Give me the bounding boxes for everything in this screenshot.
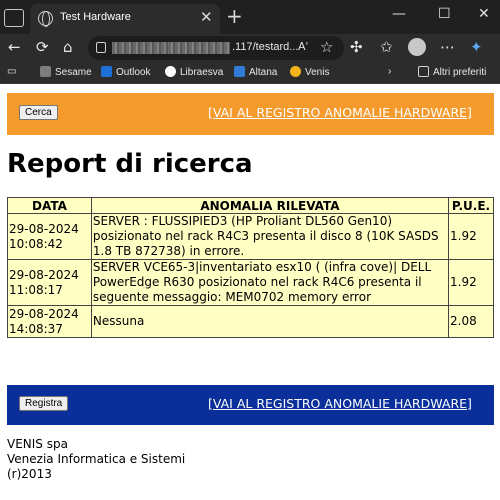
reading-mode-icon[interactable]: ▭	[7, 66, 16, 77]
back-icon[interactable]: ←	[8, 38, 21, 56]
table-row: 29-08-2024 14:08:37 Nessuna 2.08	[7, 305, 494, 338]
sesame-icon	[40, 66, 51, 77]
cell-anomaly: SERVER : FLUSSIPIED3 (HP Proliant DL560 …	[90, 213, 450, 260]
search-button[interactable]: Cerca	[19, 105, 58, 120]
minimize-button[interactable]: —	[392, 6, 406, 22]
column-header-date: DATA	[7, 197, 92, 214]
other-favorites[interactable]: Altri preferiti	[418, 66, 486, 78]
outlook-icon	[101, 66, 112, 77]
footer: VENIS spa Venezia Informatica e Sistemi …	[7, 437, 185, 482]
browser-titlebar: Test Hardware ✕ + — ☐ ✕	[0, 0, 500, 34]
other-favorites-label: Altri preferiti	[433, 67, 487, 78]
table-header-row: DATA ANOMALIA RILEVATA P.U.E.	[7, 197, 494, 214]
top-action-bar: Cerca [VAI AL REGISTRO ANOMALIE HARDWARE…	[7, 93, 494, 135]
altana-icon	[234, 66, 245, 77]
table-row: 29-08-2024 11:08:17 SERVER VCE65-3|inven…	[7, 259, 494, 306]
favorites-icon[interactable]: ✩	[380, 38, 393, 56]
cell-date: 29-08-2024 10:08:42	[7, 213, 92, 260]
registry-link-bottom[interactable]: [VAI AL REGISTRO ANOMALIE HARDWARE]	[208, 396, 472, 411]
cell-date: 29-08-2024 14:08:37	[7, 305, 92, 338]
register-button[interactable]: Registra	[19, 396, 69, 411]
extensions-icon[interactable]: ✣	[350, 38, 363, 56]
refresh-icon[interactable]: ⟳	[36, 38, 49, 56]
cell-anomaly: Nessuna	[90, 305, 450, 338]
chevron-right-icon[interactable]: ›	[388, 66, 391, 77]
bookmark-venis[interactable]: Venis	[290, 66, 329, 78]
favorite-star-icon[interactable]: ☆	[320, 38, 333, 56]
profile-avatar[interactable]	[408, 38, 426, 56]
read-aloud-icon[interactable]: Aʾ	[298, 40, 309, 53]
cell-pue: 2.08	[448, 305, 494, 338]
url-text[interactable]: .117/testard...	[232, 41, 298, 53]
page-title: Report di ricerca	[7, 149, 253, 179]
lock-icon[interactable]	[96, 42, 106, 53]
new-tab-button[interactable]: +	[226, 4, 243, 28]
bookmark-sesame[interactable]: Sesame	[40, 66, 92, 78]
bookmark-libraesva[interactable]: Libraesva	[165, 66, 223, 78]
address-bar[interactable]: .117/testard... Aʾ ☆	[88, 36, 344, 60]
libraesva-icon	[165, 66, 176, 77]
bookmark-altana[interactable]: Altana	[234, 66, 277, 78]
report-table: DATA ANOMALIA RILEVATA P.U.E. 29-08-2024…	[7, 197, 494, 338]
globe-icon	[38, 11, 53, 27]
tab-test-hardware[interactable]: Test Hardware ✕	[30, 4, 220, 34]
column-header-pue: P.U.E.	[448, 197, 494, 214]
bookmark-outlook[interactable]: Outlook	[101, 66, 150, 78]
maximize-button[interactable]: ☐	[438, 6, 451, 22]
tab-title: Test Hardware	[60, 11, 131, 23]
browser-toolbar: ← ⟳ ⌂ .117/testard... Aʾ ☆ ✣ ✩ ⋯ ✦	[0, 34, 500, 62]
bookmark-label: Venis	[305, 67, 330, 78]
cell-anomaly: SERVER VCE65-3|inventariato esx10 ( (inf…	[90, 259, 450, 306]
bookmarks-bar: ▭ Sesame Outlook Libraesva Altana Venis …	[0, 62, 500, 84]
cell-pue: 1.92	[448, 259, 494, 306]
bookmark-label: Outlook	[116, 67, 151, 78]
footer-company: VENIS spa	[7, 437, 68, 451]
copilot-icon[interactable]: ✦	[470, 38, 483, 56]
table-row: 29-08-2024 10:08:42 SERVER : FLUSSIPIED3…	[7, 213, 494, 260]
registry-link-top[interactable]: [VAI AL REGISTRO ANOMALIE HARDWARE]	[208, 105, 472, 120]
tab-actions-icon[interactable]	[4, 9, 24, 27]
bookmark-label: Sesame	[55, 67, 92, 78]
cell-date: 29-08-2024 11:08:17	[7, 259, 92, 306]
folder-icon	[418, 66, 429, 77]
page-content: Cerca [VAI AL REGISTRO ANOMALIE HARDWARE…	[0, 85, 500, 500]
bottom-action-bar: Registra [VAI AL REGISTRO ANOMALIE HARDW…	[7, 385, 494, 425]
bookmark-label: Libraesva	[180, 67, 224, 78]
url-redacted	[112, 42, 230, 54]
close-window-button[interactable]: ✕	[478, 6, 490, 22]
tab-close-icon[interactable]: ✕	[200, 8, 213, 26]
more-options-icon[interactable]: ⋯	[440, 38, 455, 56]
bookmark-label: Altana	[249, 67, 278, 78]
footer-copyright: (r)2013	[7, 467, 52, 481]
venis-icon	[290, 66, 301, 77]
cell-pue: 1.92	[448, 213, 494, 260]
footer-company-full: Venezia Informatica e Sistemi	[7, 452, 186, 466]
column-header-anomaly: ANOMALIA RILEVATA	[90, 197, 450, 214]
home-icon[interactable]: ⌂	[63, 38, 73, 56]
